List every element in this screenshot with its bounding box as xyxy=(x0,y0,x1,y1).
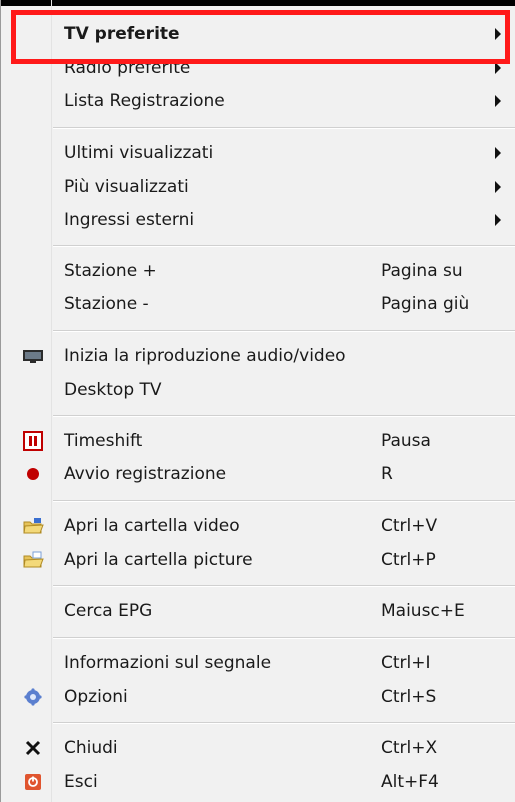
menu-item-chiudi[interactable]: Chiudi Ctrl+X xyxy=(1,731,515,764)
menu-item-label: Avvio registrazione xyxy=(64,463,227,484)
menu-item-apri-cartella-video[interactable]: Apri la cartella video Ctrl+V xyxy=(1,509,515,542)
menu-separator xyxy=(53,500,515,502)
context-menu: TV preferite Radio preferite Lista Regis… xyxy=(0,0,515,802)
menu-item-inizia-riproduzione[interactable]: Inizia la riproduzione audio/video xyxy=(1,339,515,372)
menu-item-label: Opzioni xyxy=(64,686,128,707)
menu-item-shortcut: Ctrl+I xyxy=(381,652,431,673)
pause-icon xyxy=(22,430,44,452)
menu-item-cerca-epg[interactable]: Cerca EPG Maiusc+E xyxy=(1,594,515,627)
menu-item-label: Timeshift xyxy=(64,430,143,451)
menu-separator xyxy=(53,330,515,332)
menu-item-shortcut: Ctrl+S xyxy=(381,686,437,707)
menu-separator xyxy=(53,245,515,247)
menu-item-apri-cartella-picture[interactable]: Apri la cartella picture Ctrl+P xyxy=(1,543,515,576)
submenu-arrow-icon xyxy=(495,180,501,193)
menu-item-desktop-tv[interactable]: Desktop TV xyxy=(1,373,515,406)
menu-item-shortcut: Ctrl+V xyxy=(381,515,438,536)
menu-item-label: Chiudi xyxy=(64,737,118,758)
top-edge xyxy=(1,0,515,6)
folder-video-icon xyxy=(22,515,44,537)
menu-separator xyxy=(53,722,515,724)
menu-item-informazioni-segnale[interactable]: Informazioni sul segnale Ctrl+I xyxy=(1,646,515,679)
menu-item-stazione-piu[interactable]: Stazione + Pagina su xyxy=(1,254,515,287)
menu-item-label: Stazione - xyxy=(64,293,149,314)
highlight-box xyxy=(11,10,510,64)
menu-item-label: Lista Registrazione xyxy=(64,90,225,111)
menu-item-avvio-registrazione[interactable]: Avvio registrazione R xyxy=(1,457,515,490)
menu-item-label: Stazione + xyxy=(64,260,157,281)
menu-item-ultimi-visualizzati[interactable]: Ultimi visualizzati xyxy=(1,136,515,169)
gear-icon xyxy=(22,686,44,708)
menu-separator xyxy=(53,415,515,417)
menu-item-timeshift[interactable]: Timeshift Pausa xyxy=(1,424,515,457)
menu-item-shortcut: Pagina giù xyxy=(381,293,470,314)
menu-item-ingressi-esterni[interactable]: Ingressi esterni xyxy=(1,203,515,236)
menu-item-shortcut: Pausa xyxy=(381,430,431,451)
submenu-arrow-icon xyxy=(495,213,501,226)
close-icon xyxy=(22,737,44,759)
menu-item-lista-registrazione[interactable]: Lista Registrazione xyxy=(1,84,515,117)
menu-item-label: Informazioni sul segnale xyxy=(64,652,272,673)
folder-picture-icon xyxy=(22,549,44,571)
menu-item-label: Esci xyxy=(64,771,98,792)
menu-item-label: Apri la cartella picture xyxy=(64,549,253,570)
menu-item-label: Ultimi visualizzati xyxy=(64,142,214,163)
menu-item-stazione-meno[interactable]: Stazione - Pagina giù xyxy=(1,287,515,320)
menu-item-label: Apri la cartella video xyxy=(64,515,240,536)
menu-item-shortcut: R xyxy=(381,463,393,484)
menu-item-shortcut: Ctrl+P xyxy=(381,549,436,570)
menu-item-shortcut: Alt+F4 xyxy=(381,771,439,792)
menu-item-piu-visualizzati[interactable]: Più visualizzati xyxy=(1,170,515,203)
menu-separator xyxy=(53,127,515,129)
menu-separator xyxy=(53,637,515,639)
menu-item-label: Inizia la riproduzione audio/video xyxy=(64,345,346,366)
menu-item-shortcut: Pagina su xyxy=(381,260,463,281)
menu-item-esci[interactable]: Esci Alt+F4 xyxy=(1,765,515,798)
record-icon xyxy=(22,463,44,485)
menu-item-label: Ingressi esterni xyxy=(64,209,195,230)
menu-separator xyxy=(53,585,515,587)
menu-item-shortcut: Ctrl+X xyxy=(381,737,438,758)
menu-item-label: Desktop TV xyxy=(64,379,162,400)
exit-icon xyxy=(22,771,44,793)
menu-item-opzioni[interactable]: Opzioni Ctrl+S xyxy=(1,680,515,713)
menu-item-label: Più visualizzati xyxy=(64,176,189,197)
menu-item-label: Cerca EPG xyxy=(64,600,153,621)
submenu-arrow-icon xyxy=(495,146,501,159)
submenu-arrow-icon xyxy=(495,94,501,107)
menu-item-shortcut: Maiusc+E xyxy=(381,600,465,621)
monitor-icon xyxy=(22,345,44,367)
